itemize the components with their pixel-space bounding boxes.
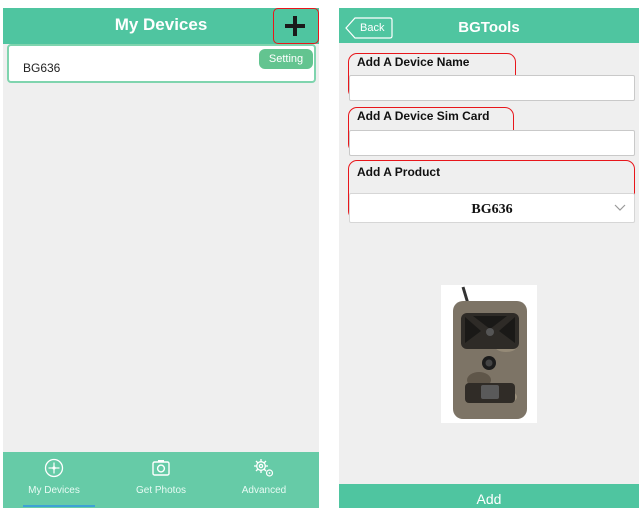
camera-icon [152, 460, 170, 476]
tab-advanced[interactable]: Advanced [219, 452, 309, 508]
product-select[interactable]: BG636 [349, 193, 635, 223]
tab-label-my-devices: My Devices [28, 485, 80, 496]
my-devices-header: My Devices [3, 8, 319, 44]
tab-label-advanced: Advanced [241, 485, 287, 496]
setting-button[interactable]: Setting [259, 49, 313, 69]
add-button[interactable]: Add [339, 484, 639, 508]
bottom-tab-bar: My Devices Get Photos Advanced [3, 452, 319, 508]
product-selected-value: BG636 [471, 202, 513, 217]
add-device-screen: Back BGTools Add A Device Name Add A Dev… [339, 8, 639, 508]
tab-get-photos[interactable]: Get Photos [116, 452, 206, 508]
device-name-label: Add A Device Name [357, 55, 470, 69]
device-name-input[interactable] [349, 75, 635, 101]
tab-label-get-photos: Get Photos [135, 485, 187, 496]
chevron-down-icon [614, 204, 626, 211]
device-name: BG636 [23, 61, 61, 75]
add-device-button[interactable] [273, 8, 319, 44]
tab-my-devices[interactable]: My Devices [9, 452, 99, 508]
my-devices-screen: My Devices BG636 Setting My Devices Get … [3, 8, 319, 508]
compass-icon [44, 458, 64, 478]
trail-camera-image [441, 285, 537, 423]
device-list-item[interactable]: BG636 Setting [7, 44, 316, 83]
sim-card-input[interactable] [349, 130, 635, 156]
gear-icon [254, 459, 274, 477]
selected-tab-indicator [23, 505, 95, 507]
sim-card-label: Add A Device Sim Card [357, 109, 490, 123]
page-title: BGTools [458, 19, 520, 36]
product-label: Add A Product [357, 165, 441, 179]
bgtools-header: Back BGTools [339, 8, 639, 43]
page-title: My Devices [114, 15, 208, 34]
